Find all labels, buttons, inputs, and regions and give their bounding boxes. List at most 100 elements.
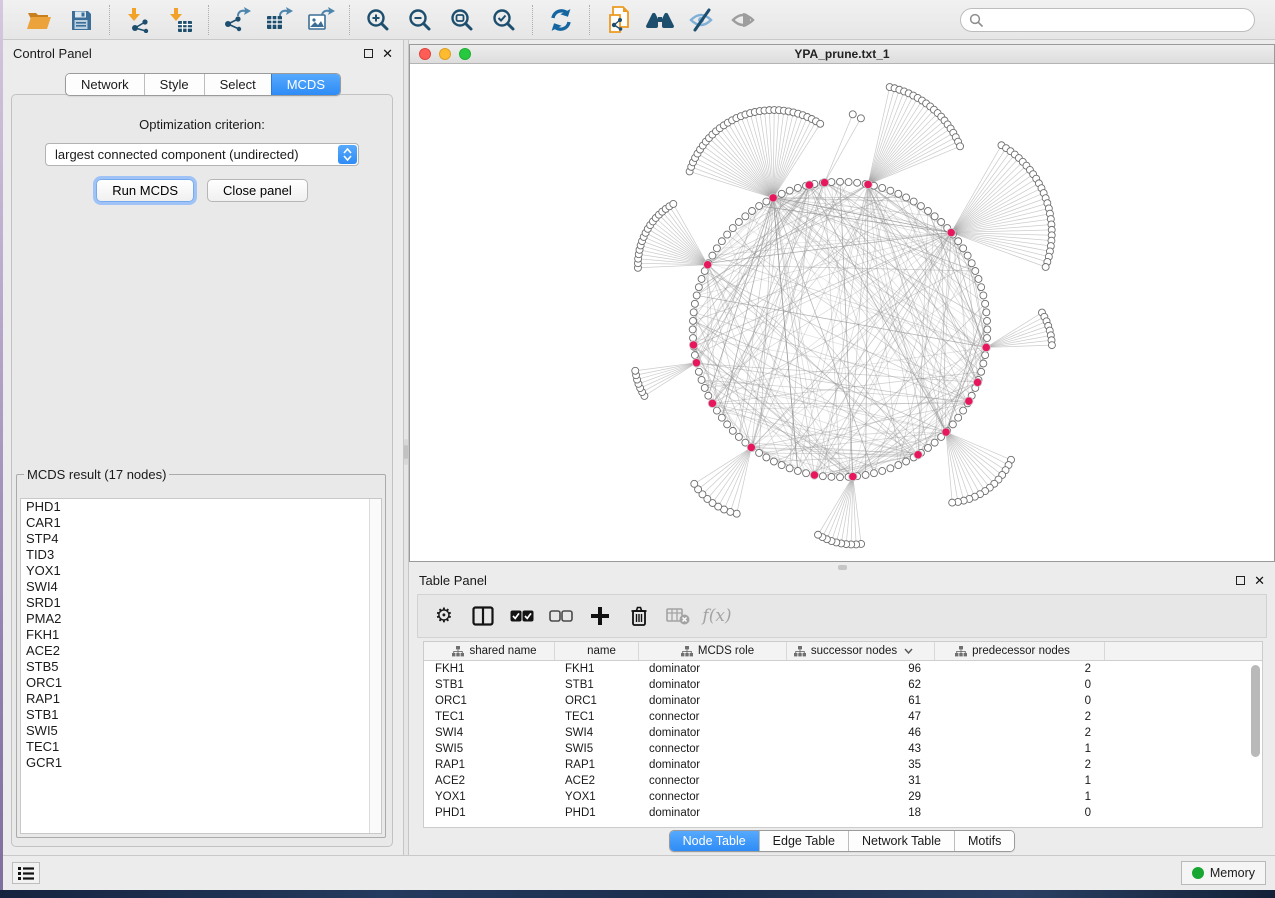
- float-table-panel-icon[interactable]: [1236, 576, 1245, 585]
- graph-node[interactable]: [960, 407, 967, 414]
- zoom-fit-button[interactable]: [444, 3, 480, 37]
- graph-node[interactable]: [980, 292, 987, 299]
- graph-mcds-hub-node[interactable]: [982, 343, 990, 351]
- run-mcds-button[interactable]: Run MCDS: [96, 179, 194, 202]
- tab-edge-table[interactable]: Edge Table: [759, 831, 848, 851]
- table-cell-shared_name[interactable]: ACE2: [424, 773, 555, 789]
- table-cell-predecessor_nodes[interactable]: 0: [935, 693, 1105, 709]
- graph-mcds-hub-node[interactable]: [820, 178, 828, 186]
- graph-node[interactable]: [729, 427, 736, 434]
- zoom-in-button[interactable]: [360, 3, 396, 37]
- graph-node[interactable]: [837, 178, 844, 185]
- criterion-select[interactable]: largest connected component (undirected): [45, 143, 359, 166]
- memory-button[interactable]: Memory: [1181, 861, 1266, 885]
- save-session-button[interactable]: [63, 3, 99, 37]
- graph-node[interactable]: [733, 510, 740, 517]
- table-cell-predecessor_nodes[interactable]: 2: [935, 725, 1105, 741]
- first-neighbors-button[interactable]: [642, 3, 678, 37]
- graph-node[interactable]: [857, 115, 864, 122]
- mcds-result-item[interactable]: RAP1: [21, 691, 381, 707]
- table-cell-shared_name[interactable]: PHD1: [424, 805, 555, 821]
- mcds-result-item[interactable]: STB5: [21, 659, 381, 675]
- graph-mcds-hub-node[interactable]: [849, 472, 857, 480]
- graph-node[interactable]: [887, 465, 894, 472]
- table-cell-successor_nodes[interactable]: 62: [787, 677, 935, 693]
- graph-node[interactable]: [742, 213, 749, 220]
- mcds-result-item[interactable]: YOX1: [21, 563, 381, 579]
- table-cell-successor_nodes[interactable]: 96: [787, 661, 935, 677]
- graph-node[interactable]: [917, 203, 924, 210]
- mcds-result-item[interactable]: PMA2: [21, 611, 381, 627]
- table-cell-shared_name[interactable]: SWI5: [424, 741, 555, 757]
- graph-mcds-hub-node[interactable]: [769, 194, 777, 202]
- graph-mcds-hub-node[interactable]: [805, 181, 813, 189]
- graph-node[interactable]: [938, 218, 945, 225]
- graph-node[interactable]: [691, 480, 698, 487]
- column-header-shared-name[interactable]: shared name: [424, 642, 555, 660]
- table-cell-predecessor_nodes[interactable]: 2: [935, 757, 1105, 773]
- graph-node[interactable]: [984, 335, 991, 342]
- graph-node[interactable]: [690, 309, 697, 316]
- table-cell-shared_name[interactable]: TEC1: [424, 709, 555, 725]
- graph-node[interactable]: [955, 414, 962, 421]
- graph-node[interactable]: [778, 462, 785, 469]
- table-cell-shared_name[interactable]: YOX1: [424, 789, 555, 805]
- mcds-list-scrollbar[interactable]: [369, 499, 381, 833]
- graph-node[interactable]: [819, 473, 826, 480]
- create-column-button[interactable]: [588, 603, 612, 629]
- mcds-result-item[interactable]: STP4: [21, 531, 381, 547]
- table-cell-predecessor_nodes[interactable]: 1: [935, 789, 1105, 805]
- mcds-result-item[interactable]: SWI5: [21, 723, 381, 739]
- apply-layout-button[interactable]: [543, 3, 579, 37]
- zoom-out-button[interactable]: [402, 3, 438, 37]
- graph-node[interactable]: [854, 179, 861, 186]
- table-row[interactable]: ACE2ACE2connector311: [424, 773, 1262, 789]
- mcds-result-item[interactable]: GCR1: [21, 755, 381, 771]
- graph-mcds-hub-node[interactable]: [914, 451, 922, 459]
- graph-node[interactable]: [817, 120, 824, 127]
- mcds-result-item[interactable]: SRD1: [21, 595, 381, 611]
- table-cell-shared_name[interactable]: STB1: [424, 677, 555, 693]
- graph-node[interactable]: [978, 284, 985, 291]
- graph-node[interactable]: [982, 300, 989, 307]
- table-row[interactable]: SWI4SWI4dominator462: [424, 725, 1262, 741]
- table-cell-name[interactable]: ACE2: [555, 773, 639, 789]
- graph-node[interactable]: [713, 245, 720, 252]
- table-cell-name[interactable]: YOX1: [555, 789, 639, 805]
- column-header-mcds-role[interactable]: MCDS role: [639, 642, 787, 660]
- graph-node[interactable]: [718, 238, 725, 245]
- tab-network-table[interactable]: Network Table: [848, 831, 954, 851]
- graph-node[interactable]: [931, 213, 938, 220]
- graph-node[interactable]: [724, 421, 731, 428]
- graph-node[interactable]: [713, 407, 720, 414]
- show-all-button[interactable]: [726, 3, 762, 37]
- table-cell-name[interactable]: FKH1: [555, 661, 639, 677]
- window-zoom-icon[interactable]: [459, 48, 471, 60]
- network-graph[interactable]: [410, 64, 1274, 561]
- graph-node[interactable]: [735, 433, 742, 440]
- graph-node[interactable]: [735, 218, 742, 225]
- table-row[interactable]: PHD1PHD1dominator180: [424, 805, 1262, 821]
- graph-node[interactable]: [749, 208, 756, 215]
- graph-node[interactable]: [729, 225, 736, 232]
- table-cell-mcds_role[interactable]: dominator: [639, 661, 787, 677]
- graph-node[interactable]: [1048, 342, 1055, 349]
- export-network-button[interactable]: [219, 3, 255, 37]
- mcds-result-item[interactable]: SWI4: [21, 579, 381, 595]
- mcds-result-list[interactable]: PHD1CAR1STP4TID3YOX1SWI4SRD1PMA2FKH1ACE2…: [20, 498, 382, 834]
- table-cell-mcds_role[interactable]: connector: [639, 741, 787, 757]
- graph-node[interactable]: [718, 414, 725, 421]
- network-canvas[interactable]: [410, 64, 1274, 561]
- tab-node-table[interactable]: Node Table: [670, 831, 759, 851]
- column-header-predecessor-nodes[interactable]: predecessor nodes: [935, 642, 1105, 660]
- graph-node[interactable]: [815, 531, 822, 538]
- graph-node[interactable]: [689, 326, 696, 333]
- table-cell-mcds_role[interactable]: dominator: [639, 757, 787, 773]
- table-row[interactable]: SWI5SWI5connector431: [424, 741, 1262, 757]
- graph-mcds-hub-node[interactable]: [708, 399, 716, 407]
- graph-node[interactable]: [870, 470, 877, 477]
- graph-node[interactable]: [698, 275, 705, 282]
- table-scrollbar-thumb[interactable]: [1251, 665, 1260, 757]
- table-cell-shared_name[interactable]: ORC1: [424, 693, 555, 709]
- graph-node[interactable]: [763, 454, 770, 461]
